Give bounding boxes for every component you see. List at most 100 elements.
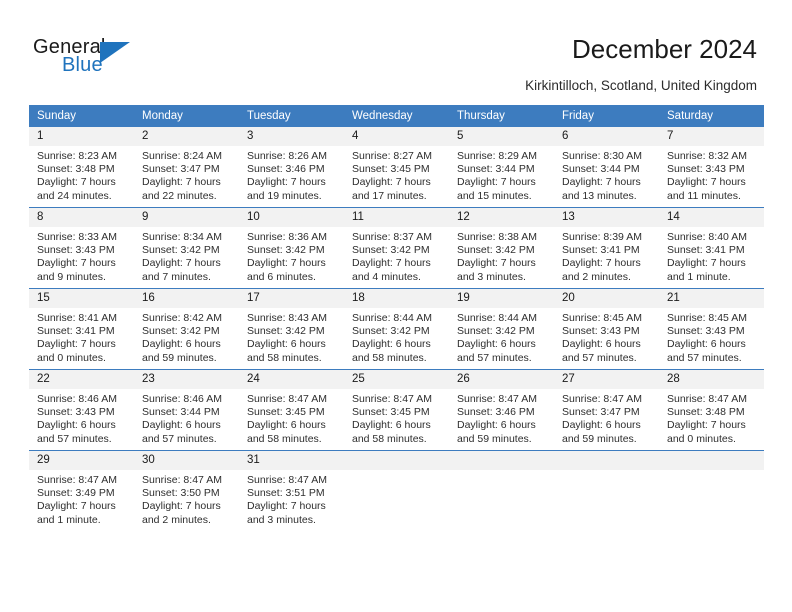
sunrise-text: Sunrise: 8:41 AM xyxy=(37,312,117,324)
day-cell[interactable]: 5 Sunrise: 8:29 AM Sunset: 3:44 PM Dayli… xyxy=(449,127,554,208)
day-cell[interactable]: 7 Sunrise: 8:32 AM Sunset: 3:43 PM Dayli… xyxy=(659,127,764,208)
day-number: 5 xyxy=(449,127,554,146)
day-number: 24 xyxy=(239,370,344,389)
day-cell[interactable]: 18 Sunrise: 8:44 AM Sunset: 3:42 PM Dayl… xyxy=(344,288,449,370)
sunrise-text: Sunrise: 8:46 AM xyxy=(37,393,117,405)
sunrise-text: Sunrise: 8:45 AM xyxy=(667,312,747,324)
daylight-text-line2: and 19 minutes. xyxy=(247,189,322,202)
day-number: 11 xyxy=(344,208,449,227)
daylight-text-line1: Daylight: 6 hours xyxy=(142,419,221,432)
sunset-text: Sunset: 3:47 PM xyxy=(562,406,640,419)
day-cell[interactable]: 1 Sunrise: 8:23 AM Sunset: 3:48 PM Dayli… xyxy=(29,127,134,208)
day-cell[interactable]: 15 Sunrise: 8:41 AM Sunset: 3:41 PM Dayl… xyxy=(29,288,134,370)
day-cell-empty xyxy=(554,450,659,531)
daylight-text-line2: and 11 minutes. xyxy=(667,189,741,202)
day-info: Sunrise: 8:47 AM Sunset: 3:51 PM Dayligh… xyxy=(239,470,344,527)
daylight-text-line2: and 59 minutes. xyxy=(457,432,532,445)
day-number: 22 xyxy=(29,370,134,389)
sunset-text: Sunset: 3:45 PM xyxy=(247,406,325,419)
day-info: Sunrise: 8:47 AM Sunset: 3:47 PM Dayligh… xyxy=(554,389,659,446)
daylight-text-line1: Daylight: 7 hours xyxy=(667,176,746,189)
sunrise-text: Sunrise: 8:36 AM xyxy=(247,231,327,243)
day-cell[interactable]: 8 Sunrise: 8:33 AM Sunset: 3:43 PM Dayli… xyxy=(29,207,134,289)
day-cell[interactable]: 10 Sunrise: 8:36 AM Sunset: 3:42 PM Dayl… xyxy=(239,207,344,289)
day-cell[interactable]: 6 Sunrise: 8:30 AM Sunset: 3:44 PM Dayli… xyxy=(554,127,659,208)
day-info: Sunrise: 8:47 AM Sunset: 3:45 PM Dayligh… xyxy=(344,389,449,446)
daylight-text-line2: and 1 minute. xyxy=(667,270,731,283)
day-cell[interactable]: 30 Sunrise: 8:47 AM Sunset: 3:50 PM Dayl… xyxy=(134,450,239,531)
calendar-body: 1 Sunrise: 8:23 AM Sunset: 3:48 PM Dayli… xyxy=(29,127,764,531)
day-cell[interactable]: 23 Sunrise: 8:46 AM Sunset: 3:44 PM Dayl… xyxy=(134,369,239,451)
sunset-text: Sunset: 3:41 PM xyxy=(667,244,745,257)
sunset-text: Sunset: 3:42 PM xyxy=(247,325,325,338)
sunset-text: Sunset: 3:43 PM xyxy=(37,244,115,257)
day-cell[interactable]: 13 Sunrise: 8:39 AM Sunset: 3:41 PM Dayl… xyxy=(554,207,659,289)
day-info: Sunrise: 8:47 AM Sunset: 3:48 PM Dayligh… xyxy=(659,389,764,446)
day-cell[interactable]: 9 Sunrise: 8:34 AM Sunset: 3:42 PM Dayli… xyxy=(134,207,239,289)
day-info: Sunrise: 8:42 AM Sunset: 3:42 PM Dayligh… xyxy=(134,308,239,365)
day-cell[interactable]: 19 Sunrise: 8:44 AM Sunset: 3:42 PM Dayl… xyxy=(449,288,554,370)
day-info: Sunrise: 8:23 AM Sunset: 3:48 PM Dayligh… xyxy=(29,146,134,203)
sunset-text: Sunset: 3:50 PM xyxy=(142,487,220,500)
sunrise-text: Sunrise: 8:47 AM xyxy=(352,393,432,405)
day-info: Sunrise: 8:34 AM Sunset: 3:42 PM Dayligh… xyxy=(134,227,239,284)
daylight-text-line1: Daylight: 7 hours xyxy=(37,338,116,351)
sunset-text: Sunset: 3:45 PM xyxy=(352,406,430,419)
sunset-text: Sunset: 3:43 PM xyxy=(37,406,115,419)
day-cell[interactable]: 14 Sunrise: 8:40 AM Sunset: 3:41 PM Dayl… xyxy=(659,207,764,289)
day-cell[interactable]: 12 Sunrise: 8:38 AM Sunset: 3:42 PM Dayl… xyxy=(449,207,554,289)
day-cell[interactable]: 16 Sunrise: 8:42 AM Sunset: 3:42 PM Dayl… xyxy=(134,288,239,370)
sunrise-text: Sunrise: 8:39 AM xyxy=(562,231,642,243)
day-number: 13 xyxy=(554,208,659,227)
day-cell[interactable]: 28 Sunrise: 8:47 AM Sunset: 3:48 PM Dayl… xyxy=(659,369,764,451)
day-cell[interactable]: 27 Sunrise: 8:47 AM Sunset: 3:47 PM Dayl… xyxy=(554,369,659,451)
day-info: Sunrise: 8:44 AM Sunset: 3:42 PM Dayligh… xyxy=(449,308,554,365)
sunrise-text: Sunrise: 8:45 AM xyxy=(562,312,642,324)
day-cell[interactable]: 24 Sunrise: 8:47 AM Sunset: 3:45 PM Dayl… xyxy=(239,369,344,451)
day-number xyxy=(659,451,764,470)
week-row: 15 Sunrise: 8:41 AM Sunset: 3:41 PM Dayl… xyxy=(29,288,764,370)
day-cell[interactable]: 2 Sunrise: 8:24 AM Sunset: 3:47 PM Dayli… xyxy=(134,127,239,208)
day-number: 14 xyxy=(659,208,764,227)
sunrise-text: Sunrise: 8:34 AM xyxy=(142,231,222,243)
sunset-text: Sunset: 3:46 PM xyxy=(457,406,535,419)
day-cell[interactable]: 20 Sunrise: 8:45 AM Sunset: 3:43 PM Dayl… xyxy=(554,288,659,370)
day-number: 4 xyxy=(344,127,449,146)
day-cell[interactable]: 4 Sunrise: 8:27 AM Sunset: 3:45 PM Dayli… xyxy=(344,127,449,208)
day-number: 19 xyxy=(449,289,554,308)
sunrise-text: Sunrise: 8:43 AM xyxy=(247,312,327,324)
day-cell[interactable]: 31 Sunrise: 8:47 AM Sunset: 3:51 PM Dayl… xyxy=(239,450,344,531)
sunrise-text: Sunrise: 8:47 AM xyxy=(562,393,642,405)
day-cell[interactable]: 22 Sunrise: 8:46 AM Sunset: 3:43 PM Dayl… xyxy=(29,369,134,451)
day-cell[interactable]: 17 Sunrise: 8:43 AM Sunset: 3:42 PM Dayl… xyxy=(239,288,344,370)
day-number: 15 xyxy=(29,289,134,308)
day-cell[interactable]: 21 Sunrise: 8:45 AM Sunset: 3:43 PM Dayl… xyxy=(659,288,764,370)
daylight-text-line2: and 57 minutes. xyxy=(457,351,532,364)
sunrise-text: Sunrise: 8:33 AM xyxy=(37,231,117,243)
week-row: 29 Sunrise: 8:47 AM Sunset: 3:49 PM Dayl… xyxy=(29,450,764,531)
sunset-text: Sunset: 3:48 PM xyxy=(37,163,115,176)
day-cell[interactable]: 29 Sunrise: 8:47 AM Sunset: 3:49 PM Dayl… xyxy=(29,450,134,531)
week-row: 22 Sunrise: 8:46 AM Sunset: 3:43 PM Dayl… xyxy=(29,369,764,451)
page-header: General Blue December 2024 Kirkintilloch… xyxy=(0,0,792,96)
day-info: Sunrise: 8:43 AM Sunset: 3:42 PM Dayligh… xyxy=(239,308,344,365)
daylight-text-line2: and 58 minutes. xyxy=(352,351,427,364)
day-cell[interactable]: 26 Sunrise: 8:47 AM Sunset: 3:46 PM Dayl… xyxy=(449,369,554,451)
daylight-text-line2: and 57 minutes. xyxy=(667,351,742,364)
weekday-header-thursday: Thursday xyxy=(449,105,554,127)
sunrise-text: Sunrise: 8:47 AM xyxy=(142,474,222,486)
sunrise-text: Sunrise: 8:44 AM xyxy=(457,312,537,324)
day-cell[interactable]: 25 Sunrise: 8:47 AM Sunset: 3:45 PM Dayl… xyxy=(344,369,449,451)
day-info: Sunrise: 8:40 AM Sunset: 3:41 PM Dayligh… xyxy=(659,227,764,284)
weekday-header-wednesday: Wednesday xyxy=(344,105,449,127)
day-info: Sunrise: 8:36 AM Sunset: 3:42 PM Dayligh… xyxy=(239,227,344,284)
day-number: 29 xyxy=(29,451,134,470)
daylight-text-line1: Daylight: 6 hours xyxy=(142,338,221,351)
day-number: 6 xyxy=(554,127,659,146)
day-info: Sunrise: 8:46 AM Sunset: 3:44 PM Dayligh… xyxy=(134,389,239,446)
day-cell[interactable]: 3 Sunrise: 8:26 AM Sunset: 3:46 PM Dayli… xyxy=(239,127,344,208)
sunrise-text: Sunrise: 8:32 AM xyxy=(667,150,747,162)
day-cell[interactable]: 11 Sunrise: 8:37 AM Sunset: 3:42 PM Dayl… xyxy=(344,207,449,289)
daylight-text-line2: and 24 minutes. xyxy=(37,189,112,202)
daylight-text-line1: Daylight: 7 hours xyxy=(142,257,221,270)
